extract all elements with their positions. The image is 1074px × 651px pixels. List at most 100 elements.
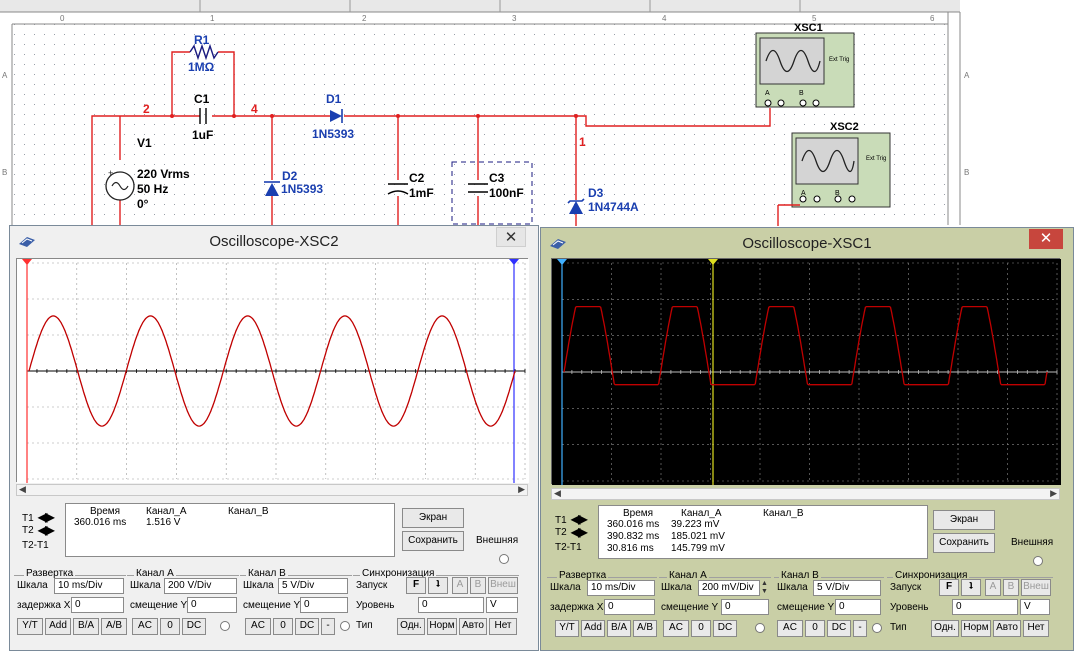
channel-a-zero-button[interactable]: 0 xyxy=(691,620,711,637)
channel-b-minus-button[interactable]: - xyxy=(853,620,867,637)
channel-b-radio[interactable] xyxy=(340,621,350,631)
v1-name: V1 xyxy=(137,136,152,150)
save-button[interactable]: Сохранить xyxy=(402,531,464,551)
channel-b-ac-button[interactable]: AC xyxy=(777,620,803,637)
channel-b-offset-field[interactable]: 0 xyxy=(835,599,881,615)
oscilloscope-screen[interactable] xyxy=(16,258,529,483)
trigger-single-button[interactable]: Одн. xyxy=(931,620,959,637)
t1-label: T1 xyxy=(22,513,34,524)
trigger-normal-button[interactable]: Норм xyxy=(961,620,991,637)
channel-a-offset-field[interactable]: 0 xyxy=(721,599,769,615)
c3-value: 100nF xyxy=(489,186,524,200)
external-radio[interactable] xyxy=(1033,556,1043,566)
trigger-level-unit[interactable]: V xyxy=(1020,599,1050,615)
horizontal-scrollbar[interactable]: ◀ ▶ xyxy=(16,484,528,496)
oscilloscope-xsc2-window[interactable]: Oscilloscope-XSC2 ✕ ◀ ▶ T1 T2 T2-T1 ◀▶ ◀… xyxy=(9,225,539,651)
c1-name: C1 xyxy=(194,92,210,106)
channel-a-scale-field[interactable]: 200 V/Div xyxy=(164,578,237,594)
title-bar[interactable]: Oscilloscope-XSC2 ✕ xyxy=(10,226,538,257)
mode-add-button[interactable]: Add xyxy=(45,618,71,635)
trigger-single-button[interactable]: Одн. xyxy=(397,618,425,635)
channel-a-ac-button[interactable]: AC xyxy=(663,620,689,637)
timebase-scale-field[interactable]: 10 ms/Div xyxy=(587,580,655,596)
trigger-level-field[interactable]: 0 xyxy=(952,599,1018,615)
close-button[interactable]: ✕ xyxy=(1029,229,1063,249)
scale-down-icon[interactable]: ▼ xyxy=(760,588,769,595)
horizontal-scrollbar[interactable]: ◀ ▶ xyxy=(551,488,1060,500)
t21-cha-value: 145.799 mV xyxy=(671,543,725,554)
scale-up-icon[interactable]: ▲ xyxy=(760,580,769,587)
channel-b-zero-button[interactable]: 0 xyxy=(805,620,825,637)
trigger-source-a-button[interactable]: A xyxy=(452,577,468,594)
t2-arrows-icon[interactable]: ◀▶ xyxy=(38,523,55,537)
close-button[interactable]: ✕ xyxy=(496,227,526,247)
trigger-normal-button[interactable]: Норм xyxy=(427,618,457,635)
oscilloscope-xsc1-window[interactable]: Oscilloscope-XSC1 ✕ ◀ ▶ T1 T2 T2-T1 ◀▶ ◀… xyxy=(540,227,1074,651)
mode-ba-button[interactable]: B/A xyxy=(607,620,631,637)
trigger-level-unit[interactable]: V xyxy=(486,597,518,613)
trigger-falling-edge-button[interactable]: ʇ xyxy=(961,579,981,596)
scroll-right-icon[interactable]: ▶ xyxy=(518,484,525,495)
delay-x-field[interactable]: 0 xyxy=(71,597,124,613)
scroll-left-icon[interactable]: ◀ xyxy=(19,484,26,495)
t1-label: T1 xyxy=(555,515,567,526)
delay-x-field[interactable]: 0 xyxy=(604,599,655,615)
external-label: Внешняя xyxy=(476,535,519,546)
channel-b-scale-field[interactable]: 5 V/Div xyxy=(278,578,348,594)
channel-a-offset-field[interactable]: 0 xyxy=(187,597,237,613)
mode-ab-button[interactable]: A/B xyxy=(101,618,127,635)
delay-x-label: задержка X xyxy=(17,600,71,611)
trigger-source-b-button[interactable]: B xyxy=(470,577,486,594)
trigger-source-b-button[interactable]: B xyxy=(1003,579,1019,596)
trigger-rising-edge-button[interactable]: F xyxy=(939,579,959,596)
mode-add-button[interactable]: Add xyxy=(581,620,605,637)
trigger-source-ext-button[interactable]: Внеш xyxy=(1021,579,1051,596)
t1-cha-value: 1.516 V xyxy=(146,517,181,528)
mode-yt-button[interactable]: Y/T xyxy=(17,618,43,635)
mode-ba-button[interactable]: B/A xyxy=(73,618,99,635)
instrument-xsc2[interactable]: XSC2 Ext Trig A B xyxy=(778,121,891,208)
channel-a-dc-button[interactable]: DC xyxy=(713,620,737,637)
channel-b-zero-button[interactable]: 0 xyxy=(273,618,293,635)
screen-button[interactable]: Экран xyxy=(402,508,464,528)
channel-b-radio[interactable] xyxy=(872,623,882,633)
channel-a-radio[interactable] xyxy=(755,623,765,633)
t1-arrows-icon[interactable]: ◀▶ xyxy=(38,510,55,524)
trigger-none-button[interactable]: Нет xyxy=(1023,620,1049,637)
t2-arrows-icon[interactable]: ◀▶ xyxy=(571,525,588,539)
trigger-source-a-button[interactable]: A xyxy=(985,579,1001,596)
trigger-rising-edge-button[interactable]: F xyxy=(406,577,426,594)
channel-b-dc-button[interactable]: DC xyxy=(295,618,319,635)
trigger-none-button[interactable]: Нет xyxy=(489,618,517,635)
timebase-scale-field[interactable]: 10 ms/Div xyxy=(54,578,124,594)
timebase-scale-label: Шкала xyxy=(17,580,48,591)
channel-a-radio[interactable] xyxy=(220,621,230,631)
channel-b-ac-button[interactable]: AC xyxy=(245,618,271,635)
readout-chb-header: Канал_B xyxy=(763,508,804,519)
mode-ab-button[interactable]: A/B xyxy=(633,620,657,637)
save-button[interactable]: Сохранить xyxy=(933,533,995,553)
screen-button[interactable]: Экран xyxy=(933,510,995,530)
oscilloscope-screen[interactable] xyxy=(551,258,1061,485)
ruler-num: 2 xyxy=(362,14,367,23)
channel-b-minus-button[interactable]: - xyxy=(321,618,335,635)
external-radio[interactable] xyxy=(499,554,509,564)
channel-b-offset-field[interactable]: 0 xyxy=(300,597,348,613)
trigger-level-field[interactable]: 0 xyxy=(418,597,484,613)
channel-b-dc-button[interactable]: DC xyxy=(827,620,851,637)
instrument-xsc1[interactable]: XSC1 Ext Trig A B xyxy=(755,22,855,108)
t1-arrows-icon[interactable]: ◀▶ xyxy=(571,512,588,526)
title-bar[interactable]: Oscilloscope-XSC1 ✕ xyxy=(541,228,1073,259)
channel-a-dc-button[interactable]: DC xyxy=(182,618,206,635)
scroll-left-icon[interactable]: ◀ xyxy=(554,488,561,499)
trigger-auto-button[interactable]: Авто xyxy=(993,620,1021,637)
channel-a-zero-button[interactable]: 0 xyxy=(160,618,180,635)
channel-b-scale-field[interactable]: 5 V/Div xyxy=(813,580,881,596)
scroll-right-icon[interactable]: ▶ xyxy=(1050,488,1057,499)
trigger-source-ext-button[interactable]: Внеш xyxy=(488,577,518,594)
mode-yt-button[interactable]: Y/T xyxy=(555,620,579,637)
channel-a-ac-button[interactable]: AC xyxy=(132,618,158,635)
trigger-falling-edge-button[interactable]: ʇ xyxy=(428,577,448,594)
channel-a-scale-field[interactable]: 200 mV/Div xyxy=(698,580,760,596)
trigger-auto-button[interactable]: Авто xyxy=(459,618,487,635)
